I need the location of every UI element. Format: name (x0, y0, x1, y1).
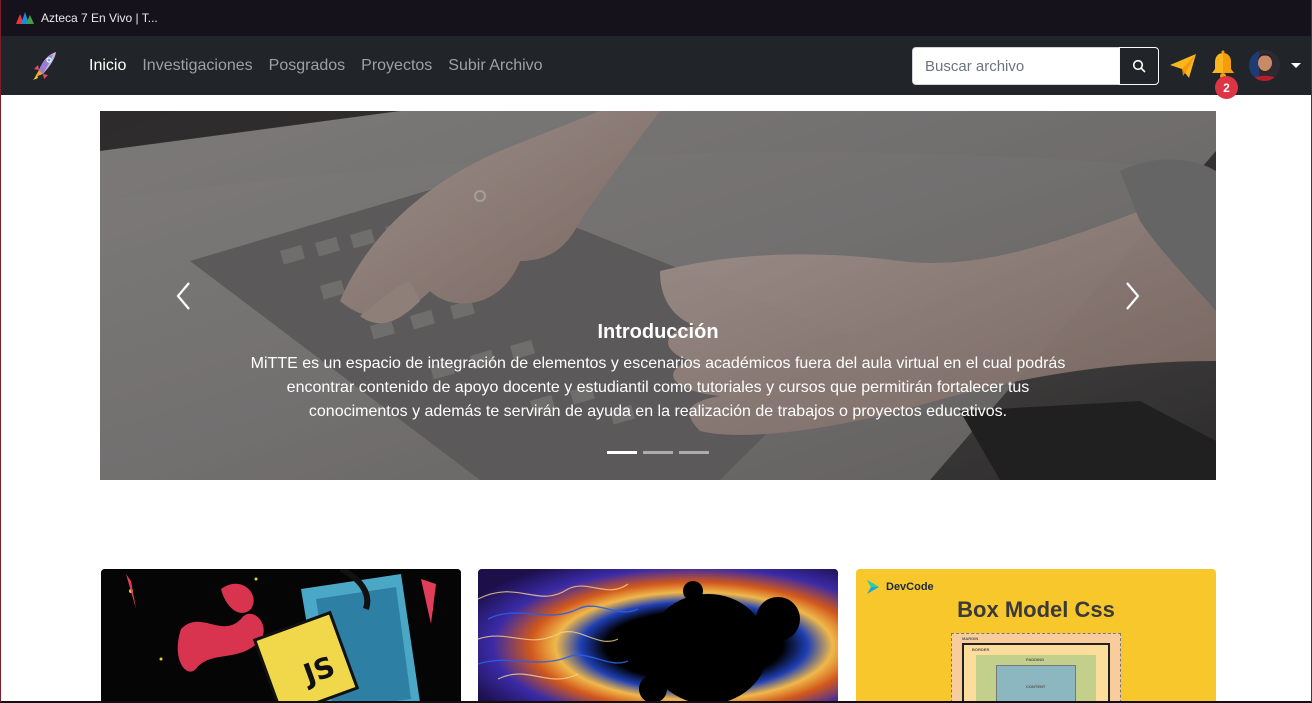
search-form (912, 47, 1159, 85)
carousel-caption: Introducción MiTTE es un espacio de inte… (250, 321, 1066, 424)
carousel-indicators (607, 451, 709, 454)
box-model-border-label: BORDER (972, 647, 990, 652)
card-fractal[interactable] (478, 569, 838, 701)
fractal-illustration (478, 569, 838, 701)
carousel-indicator-2[interactable] (643, 451, 673, 454)
nav-link-inicio[interactable]: Inicio (89, 57, 126, 75)
card-box-model-title: Box Model Css (957, 597, 1115, 622)
hero-carousel: Introducción MiTTE es un espacio de inte… (100, 111, 1216, 480)
nav-link-investigaciones[interactable]: Investigaciones (142, 57, 252, 75)
nav-link-proyectos[interactable]: Proyectos (361, 57, 432, 75)
carousel-indicator-3[interactable] (679, 451, 709, 454)
search-button[interactable] (1119, 47, 1159, 85)
card-box-model[interactable]: DevCode Box Model Css MARGIN BORDER PADD… (856, 569, 1216, 701)
box-model-content-label: CONTENT (1026, 684, 1046, 689)
search-input[interactable] (912, 47, 1119, 85)
rocket-icon[interactable] (29, 50, 59, 82)
box-model-content: CONTENT (996, 665, 1076, 701)
play-arrow-icon (867, 580, 879, 594)
carousel-indicator-1[interactable] (607, 451, 637, 454)
nav-link-posgrados[interactable]: Posgrados (269, 57, 346, 75)
browser-tab-title[interactable]: Azteca 7 En Vivo | T... (41, 11, 158, 25)
chevron-left-icon (176, 282, 190, 310)
javascript-illustration: JS (101, 569, 461, 701)
carousel-slide-image (100, 111, 1216, 480)
box-model-margin-label: MARGIN (962, 636, 979, 641)
main-navbar: Inicio Investigaciones Posgrados Proyect… (1, 36, 1311, 99)
notification-count-badge: 2 (1215, 76, 1238, 99)
nav-links: Inicio Investigaciones Posgrados Proyect… (89, 36, 543, 95)
carousel-prev-button[interactable] (170, 276, 200, 316)
box-model-padding-label: PADDING (1026, 657, 1045, 662)
carousel-next-button[interactable] (1116, 276, 1146, 316)
avatar[interactable] (1249, 50, 1280, 81)
browser-titlebar: Azteca 7 En Vivo | T... (1, 0, 1311, 36)
chevron-down-icon[interactable] (1291, 63, 1301, 68)
nav-link-subir-archivo[interactable]: Subir Archivo (448, 57, 542, 75)
carousel-caption-title: Introducción (597, 321, 719, 343)
devcode-brand: DevCode (886, 581, 934, 593)
devcode-logo: DevCode (866, 579, 934, 595)
site-favicon-icon (16, 12, 34, 24)
paper-plane-icon[interactable] (1169, 52, 1197, 80)
browser-window: Azteca 7 En Vivo | T... Inicio Investiga… (0, 0, 1312, 703)
carousel-caption-text: MiTTE es un espacio de integración de el… (250, 355, 1066, 420)
search-icon (1132, 59, 1146, 73)
chevron-right-icon (1126, 282, 1140, 310)
card-javascript[interactable]: JS (101, 569, 461, 701)
